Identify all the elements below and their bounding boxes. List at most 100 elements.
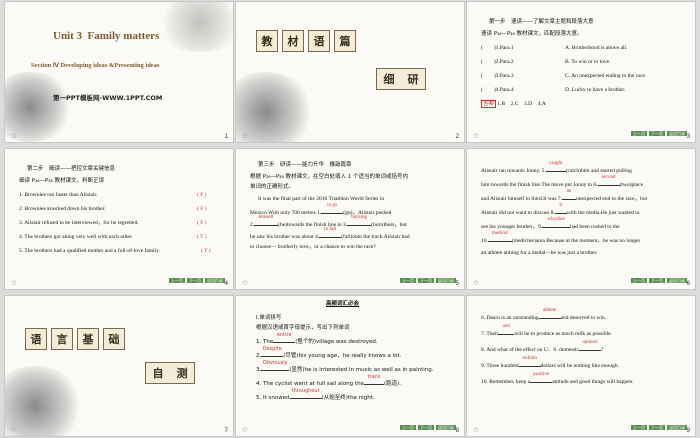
ink-wash-decoration bbox=[5, 366, 85, 436]
slide-number: 5 bbox=[455, 281, 459, 287]
option-item: C. An unexpected ending to the race. bbox=[565, 73, 647, 79]
title-tile: 础 bbox=[103, 328, 125, 350]
slide-number: 6 bbox=[686, 281, 690, 287]
subtitle-banner: 细研 bbox=[376, 68, 426, 90]
answer-fill: medical bbox=[491, 231, 508, 236]
instruction: 速读 P₂₆—P₂₈ 教材课文，匹配段落大意。 bbox=[481, 31, 583, 37]
next-button[interactable]: 下一页 bbox=[418, 278, 434, 283]
option-item: A. Brotherhood is above all. bbox=[565, 45, 628, 51]
site-label: 第一PPT模板网-WWW.1PPT.COM bbox=[53, 94, 163, 102]
nav-buttons: 上一页 下一页 返回目录 bbox=[631, 278, 687, 283]
prev-button[interactable]: 上一页 bbox=[169, 278, 185, 283]
back-button[interactable]: 返回目录 bbox=[436, 278, 456, 283]
slide-thumbnail-1[interactable]: Unit 3 Family matters Section Ⅳ Developi… bbox=[5, 2, 233, 142]
back-button[interactable]: 返回目录 bbox=[667, 131, 687, 136]
answer-tag: 答案 bbox=[481, 100, 497, 108]
title-tile: 材 bbox=[282, 30, 304, 52]
slide-number: 3 bbox=[686, 134, 690, 140]
slide-number: 8 bbox=[455, 428, 459, 434]
star-icon: ✩ bbox=[242, 426, 248, 434]
passage-line: an athlete aiming for a medal—he was jus… bbox=[481, 250, 598, 256]
exercise-line: 6. Dearu is an outstanding athlete and des… bbox=[481, 308, 607, 321]
para-item: ( )4.Para.4 bbox=[481, 87, 514, 93]
subtitle-char: 研 bbox=[407, 73, 419, 86]
answer-fill: it bbox=[559, 203, 563, 208]
back-button[interactable]: 返回目录 bbox=[205, 278, 225, 283]
title-tile: 篇 bbox=[334, 30, 356, 52]
instruction: 根据 P₂₆—P₂₈ 教材课文，在空白处填入 1 个适当的单词或括号内 bbox=[250, 174, 408, 180]
back-button[interactable]: 返回目录 bbox=[436, 425, 456, 430]
next-button[interactable]: 下一页 bbox=[649, 131, 665, 136]
nav-buttons: 上一页 下一页 返回目录 bbox=[631, 131, 687, 136]
slide-number: 4 bbox=[224, 281, 228, 287]
instruction: 单词的正确形式。 bbox=[250, 184, 295, 190]
tf-answer: ( F ) bbox=[197, 192, 207, 198]
slide-number: 9 bbox=[686, 428, 690, 434]
back-button[interactable]: 返回目录 bbox=[667, 425, 687, 430]
tf-answer: ( F ) bbox=[197, 206, 207, 212]
star-icon: ✩ bbox=[11, 132, 17, 140]
passage-line: to choose— brotherly love，or a chance to… bbox=[250, 244, 376, 250]
tf-answer: ( F ) bbox=[197, 220, 207, 226]
slide-title: Unit 3 Family matters bbox=[53, 30, 160, 42]
slide-thumbnail-4[interactable]: 第二步 细读——把控文章关键信息 细读 P₂₆—P₂₈ 教材课文，判断正误 1.… bbox=[5, 149, 233, 289]
slide-thumbnail-9[interactable]: 6. Dearu is an outstanding athlete and des… bbox=[467, 296, 695, 436]
unit-title: Family matters bbox=[87, 30, 160, 42]
tf-answer: ( T ) bbox=[197, 234, 207, 240]
subtitle-char: 测 bbox=[176, 367, 188, 380]
title-tile: 语 bbox=[308, 30, 330, 52]
instruction: 根据汉语或首字母提示，写出下列单词 bbox=[256, 325, 350, 331]
star-icon: ✩ bbox=[473, 132, 479, 140]
passage-line: 10. medical (medicine)area.Because at the … bbox=[481, 231, 641, 244]
section-header: 高频词汇必会 bbox=[326, 301, 360, 307]
ink-wash-decoration bbox=[236, 72, 316, 142]
star-icon: ✩ bbox=[11, 279, 17, 287]
section-subtitle: Section Ⅳ Developing ideas &Presenting i… bbox=[31, 62, 160, 69]
prev-button[interactable]: 上一页 bbox=[631, 425, 647, 430]
exercise-line: 5. It snowed throughout (从始至终)the night. bbox=[256, 388, 375, 401]
star-icon: ✩ bbox=[242, 279, 248, 287]
slide-thumbnail-8[interactable]: 高频词汇必会 Ⅰ.单词拼写 根据汉语或首字母提示，写出下列单词 1. The en… bbox=[236, 296, 464, 436]
answer-fill: aim bbox=[502, 324, 511, 329]
option-item: D. Lucky to have a brother. bbox=[565, 87, 626, 93]
para-item: ( )2.Para.2 bbox=[481, 59, 514, 65]
next-button[interactable]: 下一页 bbox=[649, 278, 665, 283]
statement: 3. Alistair refused to be interviewed，fo… bbox=[19, 220, 139, 226]
answer-fill: Despite bbox=[262, 346, 282, 352]
next-button[interactable]: 下一页 bbox=[418, 425, 434, 430]
ink-wash-decoration bbox=[155, 2, 233, 52]
star-icon: ✩ bbox=[473, 279, 479, 287]
prev-button[interactable]: 上一页 bbox=[631, 278, 647, 283]
answer-fill: burning bbox=[351, 215, 367, 220]
prev-button[interactable]: 上一页 bbox=[400, 278, 416, 283]
star-icon: ✩ bbox=[11, 426, 17, 434]
back-button[interactable]: 返回目录 bbox=[667, 278, 687, 283]
slide-thumbnail-2[interactable]: 教 材 语 篇 细研 ✩ 2 bbox=[236, 2, 464, 142]
answer-fill: positive bbox=[533, 372, 550, 377]
step-heading: 第一步 速读——了解文章主题和段落大意 bbox=[489, 19, 594, 25]
passage-line: he saw his brother was about 4. to fall (f… bbox=[250, 227, 410, 240]
statement: 1. Browniee ran faster than Alistair. bbox=[19, 192, 98, 198]
slide-thumbnail-6[interactable]: Alistair ran towards Jonny, 5. caught (cat… bbox=[467, 149, 695, 289]
answer-fill: entire bbox=[276, 332, 292, 338]
answer-fill: athlete bbox=[542, 308, 557, 313]
slide-thumbnail-7[interactable]: 语 言 基 础 自测 ✩ 7 bbox=[5, 296, 233, 436]
next-button[interactable]: 下一页 bbox=[187, 278, 203, 283]
unit-label: Unit 3 bbox=[53, 30, 83, 42]
slide-thumbnail-3[interactable]: 第一步 速读——了解文章主题和段落大意 速读 P₂₆—P₂₈ 教材课文，匹配段落… bbox=[467, 2, 695, 142]
title-tile: 语 bbox=[25, 328, 47, 350]
nav-buttons: 上一页 下一页 返回目录 bbox=[400, 278, 456, 283]
next-button[interactable]: 下一页 bbox=[649, 425, 665, 430]
statement: 4. The brothers got along very well with… bbox=[19, 234, 133, 240]
star-icon: ✩ bbox=[242, 132, 248, 140]
nav-buttons: 上一页 下一页 返回目录 bbox=[400, 425, 456, 430]
answer-fill: million bbox=[522, 356, 537, 361]
slide-number: 2 bbox=[455, 134, 459, 140]
prev-button[interactable]: 上一页 bbox=[400, 425, 416, 430]
prev-button[interactable]: 上一页 bbox=[631, 131, 647, 136]
exercise-line: 3. Obviously (显然)he is interested in music… bbox=[256, 360, 434, 373]
slide-thumbnail-5[interactable]: 第三步 研读——能力升华 推敲篇章 根据 P₂₆—P₂₈ 教材课文，在空白处填入… bbox=[236, 149, 464, 289]
answer-fill: caught bbox=[549, 161, 563, 166]
statement: 5. The brothers had a qualified mother a… bbox=[19, 248, 160, 254]
tf-answer: ( T ) bbox=[201, 248, 211, 254]
